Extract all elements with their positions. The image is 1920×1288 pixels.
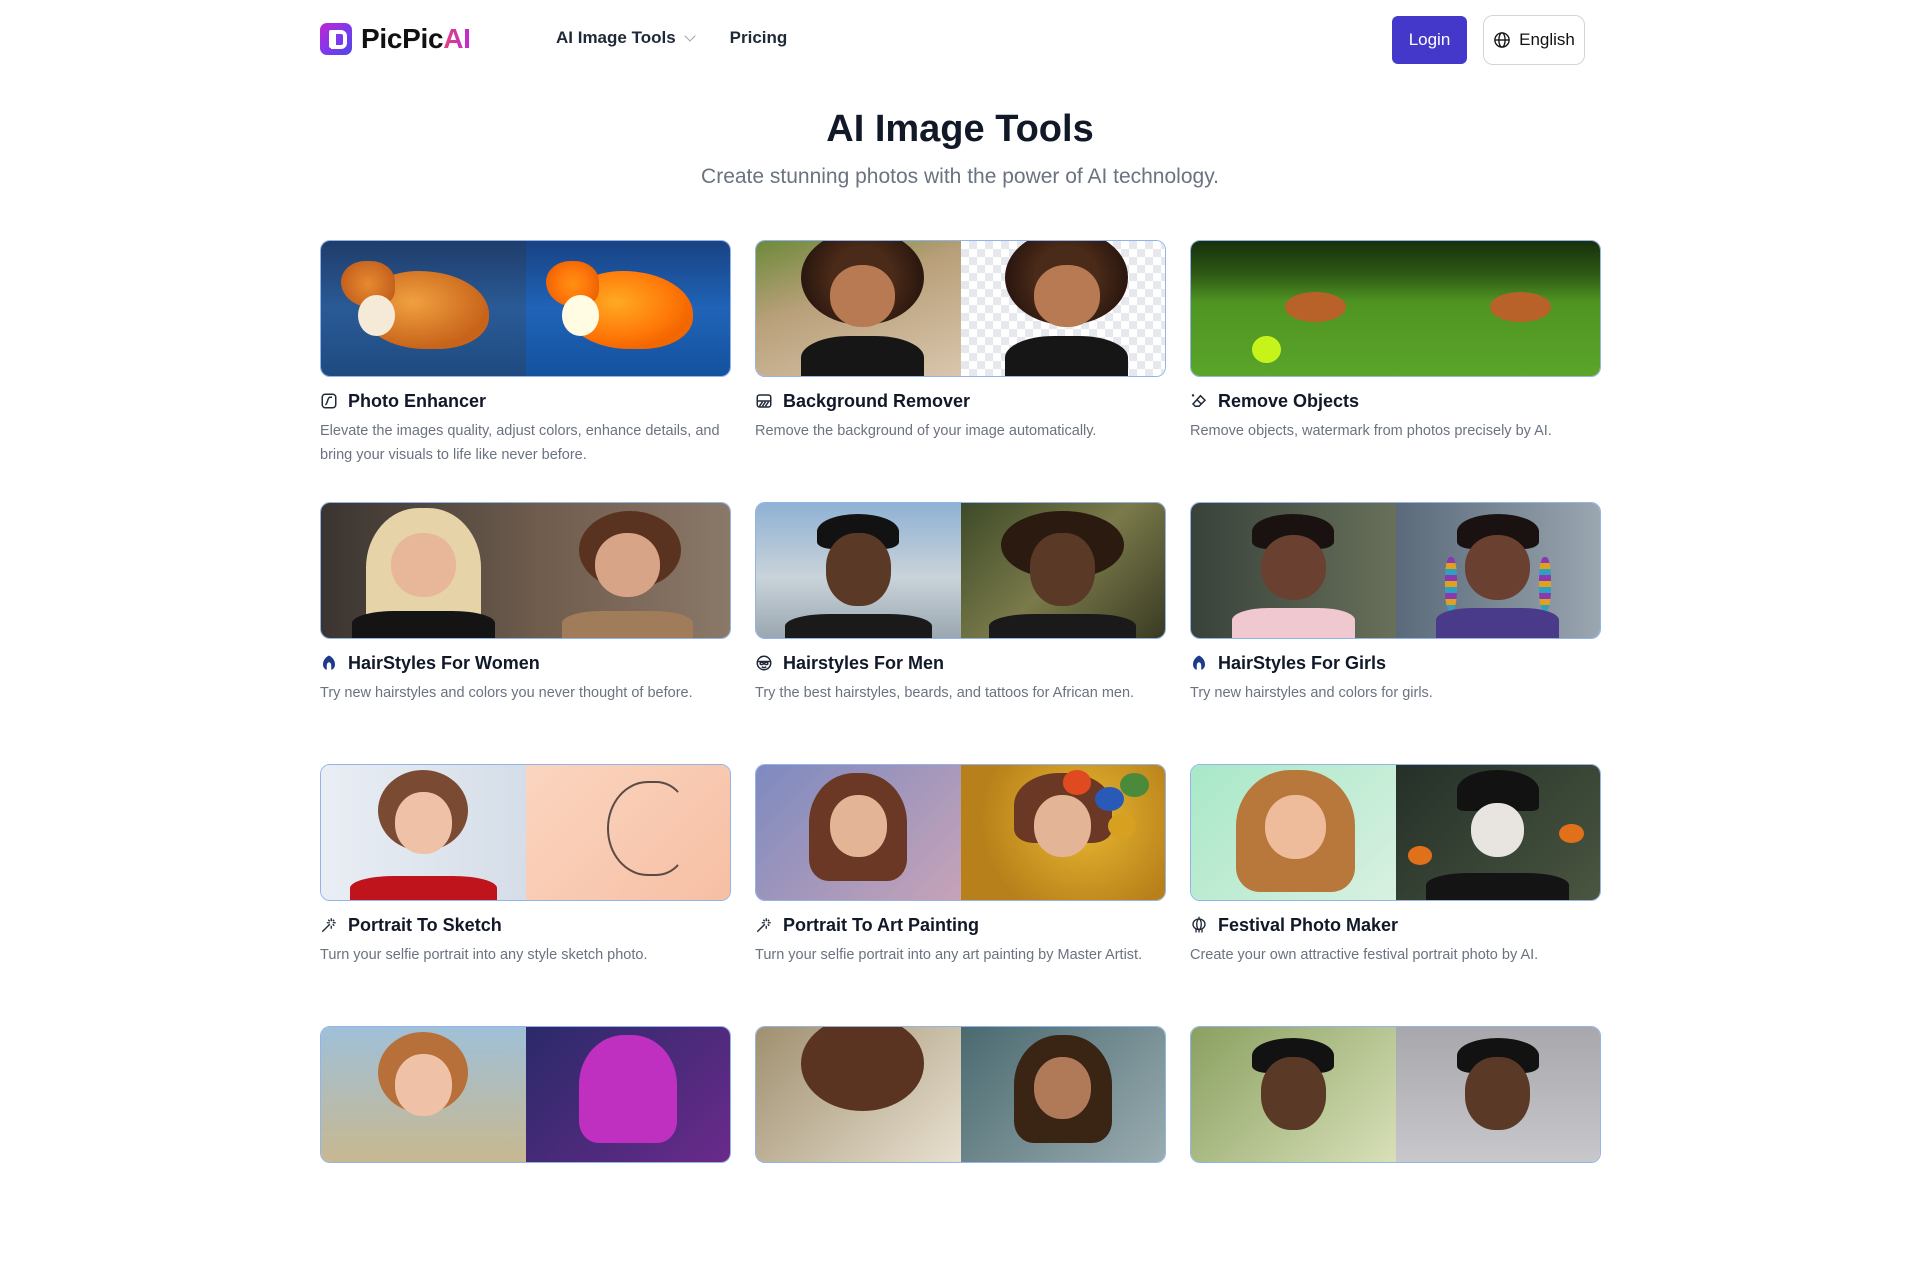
tool-title: Photo Enhancer — [348, 390, 487, 411]
before-image — [321, 765, 526, 900]
eraser-sparkle-icon — [1191, 394, 1207, 407]
nav-pricing[interactable]: Pricing — [730, 28, 788, 48]
man-face-icon — [756, 655, 772, 671]
brand-name: PicPicAI — [361, 23, 471, 55]
before-image — [1191, 765, 1396, 900]
tool-thumbnail[interactable] — [1190, 502, 1601, 639]
tool-title: HairStyles For Girls — [1218, 652, 1387, 673]
brand-name-main: PicPic — [361, 23, 444, 54]
nav-ai-image-tools[interactable]: AI Image Tools — [556, 28, 696, 48]
tools-grid: Photo Enhancer Elevate the images qualit… — [320, 240, 1601, 1288]
picpic-logo-icon — [320, 23, 352, 55]
magic-wand-icon — [756, 918, 771, 933]
tool-card-hairstyles-girls[interactable]: HairStyles For Girls Try new hairstyles … — [1190, 502, 1601, 764]
tool-description: Try new hairstyles and colors you never … — [320, 685, 693, 701]
after-image — [960, 1027, 1165, 1162]
tool-card-portrait-to-sketch[interactable]: Portrait To Sketch Turn your selfie port… — [320, 764, 731, 1026]
tool-description: Turn your selfie portrait into any art p… — [755, 947, 1143, 963]
before-image — [1191, 503, 1396, 638]
tool-description: Create your own attractive festival port… — [1190, 947, 1539, 963]
hair-icon — [323, 655, 335, 670]
tool-thumbnail[interactable] — [1190, 1026, 1601, 1163]
tool-card-hairstyles-men[interactable]: Hairstyles For Men Try the best hairstyl… — [755, 502, 1166, 764]
tool-card-background-remover[interactable]: Background Remover Remove the background… — [755, 240, 1166, 502]
tool-title: Remove Objects — [1218, 390, 1360, 411]
tool-thumbnail[interactable] — [755, 1026, 1166, 1163]
language-label: English — [1519, 30, 1575, 49]
background-remove-icon — [756, 394, 772, 408]
after-image — [525, 1027, 730, 1162]
tool-title: Portrait To Sketch — [348, 914, 502, 935]
tool-title: Background Remover — [783, 390, 971, 411]
tool-card-hairstyles-women[interactable]: HairStyles For Women Try new hairstyles … — [320, 502, 731, 764]
tool-title: Festival Photo Maker — [1218, 914, 1399, 935]
tool-thumbnail[interactable] — [755, 502, 1166, 639]
before-image — [756, 503, 961, 638]
hair-icon — [1193, 655, 1205, 670]
before-image — [321, 1027, 526, 1162]
tool-thumbnail[interactable] — [320, 240, 731, 377]
tool-card-festival-photo-maker[interactable]: Festival Photo Maker Create your own att… — [1190, 764, 1601, 1026]
page-subtitle: Create stunning photos with the power of… — [701, 165, 1219, 188]
tool-title: HairStyles For Women — [348, 652, 540, 673]
tool-description: Remove the background of your image auto… — [755, 423, 1097, 439]
tool-description: Try new hairstyles and colors for girls. — [1190, 685, 1433, 701]
tool-thumbnail[interactable] — [320, 1026, 731, 1163]
tool-thumbnail[interactable] — [755, 240, 1166, 377]
after-image — [960, 241, 1165, 376]
brand-logo[interactable]: PicPicAI — [320, 23, 471, 55]
before-image — [321, 241, 526, 376]
language-selector[interactable]: English — [1483, 15, 1585, 65]
enhance-curve-icon — [321, 393, 337, 409]
tool-title: Portrait To Art Painting — [783, 914, 979, 935]
before-image — [756, 1027, 961, 1162]
lantern-icon — [1192, 916, 1206, 933]
tool-title: Hairstyles For Men — [783, 652, 945, 673]
tool-description: Turn your selfie portrait into any style… — [320, 947, 648, 963]
main-nav: AI Image Tools Pricing — [556, 28, 787, 48]
tool-thumbnail[interactable] — [1190, 764, 1601, 901]
brand-name-accent: AI — [443, 23, 471, 54]
before-image — [321, 503, 526, 638]
after-image — [1395, 1027, 1600, 1162]
after-image — [525, 241, 730, 376]
tool-card-remove-objects[interactable]: Remove Objects Remove objects, watermark… — [1190, 240, 1601, 502]
tool-thumbnail[interactable] — [320, 502, 731, 639]
after-image — [1395, 765, 1600, 900]
tool-description: Elevate the images quality, adjust color… — [320, 423, 720, 463]
tool-card-partial[interactable] — [320, 1026, 731, 1288]
tool-thumbnail[interactable] — [1190, 240, 1601, 377]
magic-wand-icon — [321, 918, 336, 933]
top-navbar: PicPicAI AI Image Tools Pricing Login En… — [0, 0, 1920, 80]
page-title: AI Image Tools — [826, 108, 1094, 150]
before-image — [1191, 241, 1396, 376]
tool-thumbnail[interactable] — [755, 764, 1166, 901]
before-image — [1191, 1027, 1396, 1162]
after-image — [960, 503, 1165, 638]
tool-description: Try the best hairstyles, beards, and tat… — [755, 685, 1135, 701]
tool-description: Remove objects, watermark from photos pr… — [1190, 423, 1552, 439]
globe-icon — [1494, 32, 1510, 48]
after-image — [1395, 503, 1600, 638]
chevron-down-icon — [683, 29, 696, 42]
tool-card-partial[interactable] — [755, 1026, 1166, 1288]
tool-card-portrait-to-art-painting[interactable]: Portrait To Art Painting Turn your selfi… — [755, 764, 1166, 1026]
after-image — [525, 765, 730, 900]
login-button[interactable]: Login — [1392, 16, 1467, 64]
before-image — [756, 765, 961, 900]
tool-card-partial[interactable] — [1190, 1026, 1601, 1288]
after-image — [960, 765, 1165, 900]
nav-ai-image-tools-label: AI Image Tools — [556, 28, 676, 47]
tool-card-photo-enhancer[interactable]: Photo Enhancer Elevate the images qualit… — [320, 240, 731, 502]
nav-pricing-label: Pricing — [729, 28, 788, 47]
before-image — [756, 241, 961, 376]
after-image — [525, 503, 730, 638]
tool-thumbnail[interactable] — [320, 764, 731, 901]
after-image — [1395, 241, 1600, 376]
